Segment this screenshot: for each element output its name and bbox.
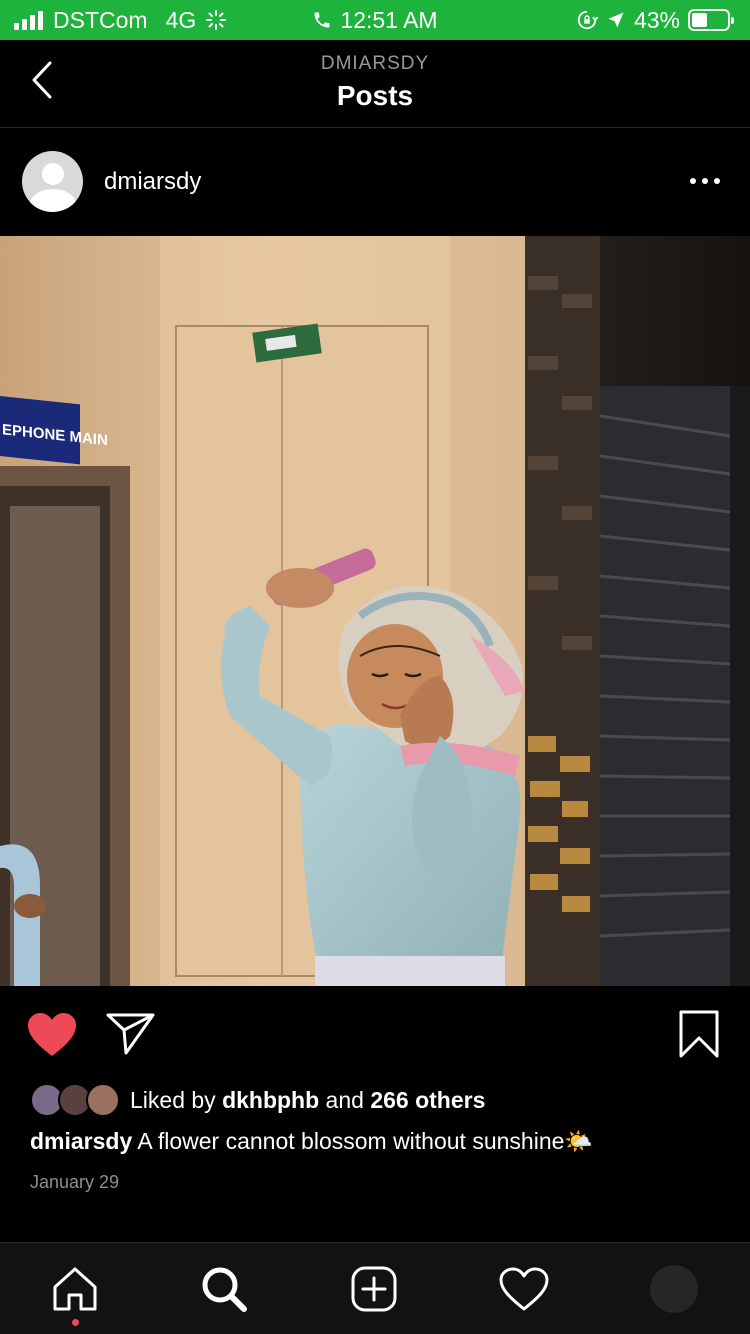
nav-header: DMIARSDY Posts — [0, 40, 750, 128]
search-icon — [202, 1267, 247, 1312]
post-photo[interactable]: EPHONE MAIN — [0, 236, 750, 986]
liker-username[interactable]: dkhbphb — [222, 1087, 319, 1113]
avatar[interactable] — [22, 151, 83, 212]
location-icon — [608, 12, 624, 28]
battery-percent: 43% — [633, 6, 680, 33]
more-options-button[interactable] — [690, 178, 720, 184]
profile-icon — [650, 1265, 698, 1313]
caption-username[interactable]: dmiarsdy — [30, 1128, 132, 1154]
send-icon — [106, 1013, 155, 1055]
new-post-icon — [351, 1266, 397, 1312]
status-bar: DSTCom 4G 12:51 AM 43% — [0, 0, 750, 40]
tab-activity[interactable] — [498, 1263, 550, 1315]
tab-new-post[interactable] — [348, 1263, 400, 1315]
activity-icon — [499, 1267, 549, 1311]
notification-dot — [72, 1319, 79, 1326]
save-button[interactable] — [678, 1010, 720, 1063]
page-title: Posts — [336, 80, 414, 111]
clock: 12:51 AM — [340, 6, 438, 33]
post-caption: dmiarsdy A flower cannot blossom without… — [30, 1128, 593, 1155]
tab-bar — [0, 1242, 750, 1334]
post-username[interactable]: dmiarsdy — [104, 168, 201, 196]
header-subtitle: DMIARSDY — [320, 53, 430, 74]
caption-text: A flower cannot blossom without sunshine… — [132, 1128, 594, 1154]
post-actions — [0, 986, 750, 1082]
liker-avatars — [30, 1082, 122, 1118]
tab-search[interactable] — [198, 1263, 250, 1315]
likes-count[interactable]: 266 others — [370, 1087, 485, 1113]
post-date: January 29 — [30, 1172, 120, 1192]
likes-text: Liked by dkhbphb and 266 others — [130, 1086, 486, 1113]
likes-row[interactable]: Liked by dkhbphb and 266 others — [30, 1082, 485, 1118]
avatar — [86, 1083, 120, 1117]
phone-call-icon — [314, 12, 330, 28]
home-icon — [53, 1267, 97, 1311]
rotation-lock-icon — [577, 10, 598, 30]
bookmark-icon — [679, 1010, 719, 1058]
share-button[interactable] — [106, 1012, 156, 1061]
heart-filled-icon — [28, 1013, 76, 1056]
battery-icon — [688, 9, 734, 31]
post-header: dmiarsdy — [0, 128, 750, 236]
tab-profile[interactable] — [648, 1263, 700, 1315]
tab-home[interactable] — [49, 1263, 101, 1315]
like-button[interactable] — [26, 1012, 78, 1063]
